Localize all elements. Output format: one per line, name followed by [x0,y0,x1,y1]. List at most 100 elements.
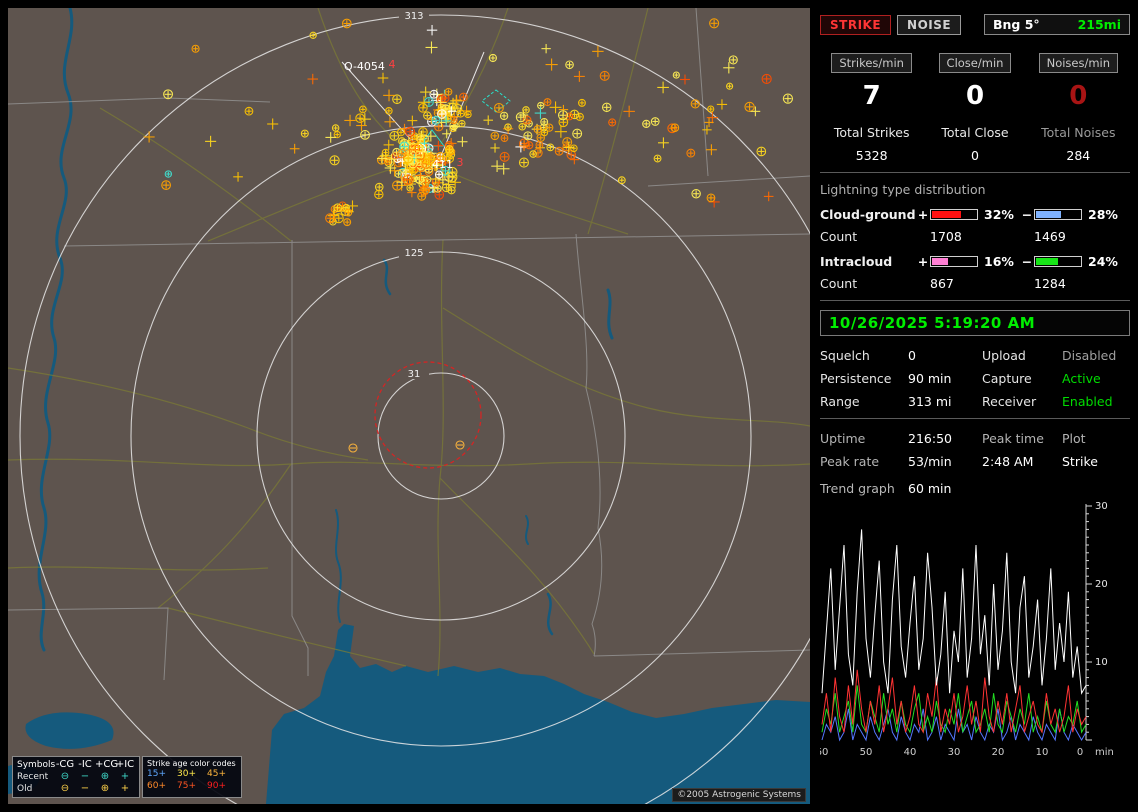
total-label: Total Noises [1027,125,1130,140]
distribution-row: Intracloud+16%−24% [820,254,1130,269]
status-panel: STRIKENOISE Bng 5° 215mi Strikes/min7Tot… [820,8,1130,804]
svg-text:40: 40 [904,747,917,758]
age-code: 45+ [207,768,237,780]
svg-text:0: 0 [1077,747,1083,758]
status-label: Capture [982,371,1062,386]
age-code: 90+ [207,780,237,792]
map-canvas: 31125313 Q-4054 4411 3 [8,8,810,804]
peak-time-label: Peak time [982,431,1062,446]
bar-fill [932,258,948,265]
trend-header: Trend graph 60 min [820,481,1130,496]
spacer [916,276,930,291]
rate-value: 0 [1027,81,1130,111]
bar-fill [932,211,961,218]
spacer [1020,229,1034,244]
mode-row: STRIKE NOISE Bng 5° 215mi [820,14,1130,35]
rate-value: 0 [923,81,1026,111]
legend-symbols-title: Symbols [17,759,55,771]
uptime-label: Uptime [820,431,908,446]
rate-column: Close/min 0 Total Close 0 [923,53,1026,163]
age-code: 60+ [147,780,177,792]
count-row: Count 867 1284 [820,276,1130,291]
rate-header-chip: Strikes/min [831,53,912,73]
distribution-bar [930,256,978,267]
neg-count: 1469 [1034,229,1124,244]
plot-label: Plot [1062,431,1130,446]
age-legend: Strike age color codes 15+30+45+60+75+90… [142,756,242,798]
distribution-name: Cloud-ground [820,207,916,222]
status-label: Range [820,394,908,409]
svg-text:31: 31 [408,369,421,380]
divider [820,172,1130,173]
age-code: 30+ [177,768,207,780]
legend-col-header: -CG [55,759,75,771]
status-label: Persistence [820,371,908,386]
total-label: Total Close [923,125,1026,140]
svg-text:50: 50 [860,747,873,758]
status-state: Active [1062,371,1130,386]
polarity-sign: − [1020,254,1034,269]
count-label: Count [820,276,916,291]
svg-text:Q-4054 4: Q-4054 4 [344,58,395,73]
total-label: Total Strikes [820,125,923,140]
copyright-text: ©2005 Astrogenic Systems [672,788,806,802]
svg-text:min: min [1095,747,1114,758]
status-state: Disabled [1062,348,1130,363]
polarity-sign: + [916,254,930,269]
noise-button[interactable]: NOISE [897,15,961,35]
legend-symbol-icon: − [75,783,95,795]
distribution-pct: 32% [980,207,1020,222]
polarity-sign: − [1020,207,1034,222]
trend-graph-window: 60 min [908,481,1130,496]
status-value: 0 [908,348,982,363]
divider [820,418,1130,419]
total-value: 0 [923,148,1026,163]
rate-column: Strikes/min 7 Total Strikes 5328 [820,53,923,163]
polarity-sign: + [916,207,930,222]
distribution-rows: Cloud-ground+32%−28%Count17081469Intracl… [820,207,1130,291]
svg-text:30: 30 [1095,501,1108,512]
age-code: 15+ [147,768,177,780]
total-value: 5328 [820,148,923,163]
legend-symbol-icon: − [75,771,95,783]
peak-rate-label: Peak rate [820,454,908,469]
bearing-range-box[interactable]: Bng 5° 215mi [984,14,1130,35]
plot-value: Strike [1062,454,1130,469]
distribution-pct: 16% [980,254,1020,269]
legend-row-label: Old [17,783,55,795]
distribution-bar [930,209,978,220]
rate-column: Noises/min0Total Noises284 [1027,53,1130,163]
spacer [916,229,930,244]
legend-row-label: Recent [17,771,55,783]
distribution-bar [1034,209,1082,220]
distribution-pct: 24% [1084,254,1124,269]
status-value: 90 min [908,371,982,386]
pos-count: 867 [930,276,1020,291]
map-legend: Symbols-CG-IC+CG+ICRecent⊖−⊕+Old⊖−⊕+ Str… [12,756,242,798]
count-row: Count17081469 [820,229,1130,244]
symbols-legend: Symbols-CG-IC+CG+ICRecent⊖−⊕+Old⊖−⊕+ [12,756,140,798]
neg-count: 1284 [1034,276,1124,291]
trend-graph: 3020106050403020100min [820,500,1128,766]
lightning-tracker-app: 31125313 Q-4054 4411 3 Symbols-CG-IC+CG+… [0,0,1138,812]
status-grid: Squelch0UploadDisabled Persistence90 minC… [820,348,1130,409]
distribution-row: Cloud-ground+32%− 28% [820,207,1130,222]
legend-symbol-icon: ⊖ [55,771,75,783]
legend-col-header: +IC [115,759,135,771]
lightning-map[interactable]: 31125313 Q-4054 4411 3 Symbols-CG-IC+CG+… [8,8,810,804]
strike-button[interactable]: STRIKE [820,15,891,35]
trend-graph-label: Trend graph [820,481,908,496]
rate-header-chip: Close/min [939,53,1012,73]
rate-value: 7 [820,81,923,111]
distribution-pct: 28% [1084,207,1124,222]
svg-text:411 3: 411 3 [432,156,464,171]
legend-col-header: +CG [95,759,115,771]
rate-header-chip: Noises/min [1039,53,1118,73]
status-label: Upload [982,348,1062,363]
status-label: Squelch [820,348,908,363]
legend-symbol-icon: + [115,783,135,795]
bearing-label: Bng 5° [993,17,1040,32]
distribution-bar [1034,256,1082,267]
rate-columns: Strikes/min7Total Strikes5328Close/min0T… [820,53,1130,163]
legend-symbol-icon: ⊕ [95,771,115,783]
